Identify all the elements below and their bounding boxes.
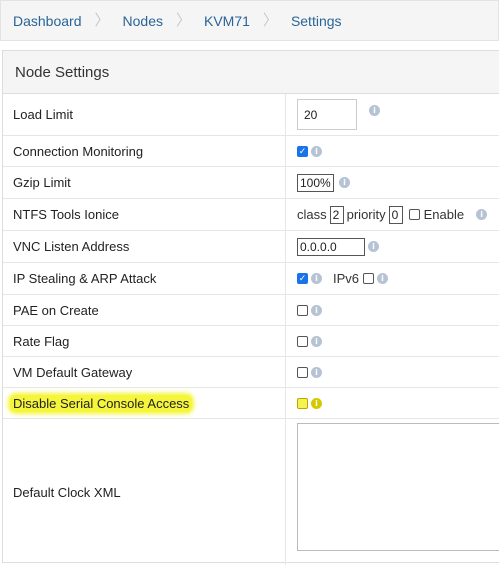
breadcrumb-separator-icon: 〉: [94, 12, 110, 29]
pae-on-create-checkbox[interactable]: [297, 304, 308, 316]
row-gzip-limit: Gzip Limit 100% i: [3, 167, 499, 199]
row-default-clock-xml: Default Clock XML: [3, 419, 499, 565]
info-icon[interactable]: i: [377, 273, 389, 284]
vnc-listen-address-label: VNC Listen Address: [3, 231, 286, 262]
info-icon[interactable]: i: [339, 177, 350, 188]
ionice-enable-checkbox[interactable]: [408, 209, 420, 220]
breadcrumb-dashboard[interactable]: Dashboard: [1, 13, 95, 29]
gzip-limit-label: Gzip Limit: [3, 167, 286, 198]
default-clock-xml-label: Default Clock XML: [3, 419, 286, 565]
row-rate-flag: Rate Flag i: [3, 326, 499, 357]
breadcrumb-separator-icon: 〉: [262, 12, 278, 29]
disable-serial-console-checkbox[interactable]: [297, 397, 308, 409]
panel-title: Node Settings: [3, 51, 499, 94]
info-icon[interactable]: i: [311, 145, 322, 157]
breadcrumb-separator-icon: 〉: [175, 12, 191, 29]
info-icon[interactable]: i: [369, 105, 380, 116]
vnc-listen-address-input[interactable]: 0.0.0.0: [297, 237, 365, 256]
ip-stealing-label: IP Stealing & ARP Attack: [3, 263, 286, 294]
load-limit-input[interactable]: 20: [297, 99, 357, 130]
info-icon[interactable]: i: [476, 209, 488, 220]
load-limit-label: Load Limit: [3, 94, 286, 135]
info-icon[interactable]: i: [311, 304, 322, 316]
info-icon[interactable]: i: [311, 366, 322, 378]
connection-monitoring-checkbox[interactable]: ✓: [297, 145, 308, 157]
ionice-priority-label: priority: [346, 207, 386, 222]
default-clock-xml-textarea[interactable]: [297, 423, 499, 551]
ipv6-label: IPv6: [333, 271, 360, 286]
disable-serial-console-cell: Disable Serial Console Access: [3, 388, 286, 418]
vm-default-gateway-checkbox[interactable]: [297, 366, 308, 378]
info-icon[interactable]: i: [311, 397, 322, 409]
ntfs-tools-ionice-label: NTFS Tools Ionice: [3, 199, 286, 230]
ionice-enable-label: Enable: [423, 207, 465, 222]
rate-flag-label: Rate Flag: [3, 326, 286, 356]
node-settings-panel: Node Settings Load Limit 20 i Connection…: [2, 50, 499, 565]
info-icon[interactable]: i: [311, 273, 322, 284]
pae-on-create-label: PAE on Create: [3, 295, 286, 325]
connection-monitoring-label: Connection Monitoring: [3, 136, 286, 166]
gzip-limit-input[interactable]: 100%: [297, 173, 334, 192]
ionice-class-input[interactable]: 2: [329, 205, 344, 224]
row-load-limit: Load Limit 20 i: [3, 94, 499, 136]
rate-flag-checkbox[interactable]: [297, 335, 308, 347]
row-vm-default-gateway: VM Default Gateway i: [3, 357, 499, 388]
row-ip-stealing: IP Stealing & ARP Attack ✓ i IPv6 i: [3, 263, 499, 295]
breadcrumb-nodes[interactable]: Nodes: [110, 13, 176, 29]
row-ntfs-tools-ionice: NTFS Tools Ionice class 2 priority 0 Ena…: [3, 199, 499, 231]
info-icon[interactable]: i: [368, 241, 379, 252]
row-disable-serial-console: Disable Serial Console Access i: [3, 388, 499, 419]
row-connection-monitoring: Connection Monitoring ✓ i: [3, 136, 499, 167]
breadcrumb-settings[interactable]: Settings: [278, 13, 355, 29]
info-icon[interactable]: i: [311, 335, 322, 347]
vm-default-gateway-label: VM Default Gateway: [3, 357, 286, 387]
breadcrumb: Dashboard 〉 Nodes 〉 KVM71 〉 Settings: [0, 0, 499, 41]
ipv6-checkbox[interactable]: [363, 273, 375, 284]
row-pae-on-create: PAE on Create i: [3, 295, 499, 326]
breadcrumb-kvm71[interactable]: KVM71: [191, 13, 263, 29]
disable-serial-console-label: Disable Serial Console Access: [10, 394, 193, 412]
ionice-class-label: class: [297, 207, 327, 222]
ionice-priority-input[interactable]: 0: [388, 205, 403, 224]
ip-stealing-checkbox[interactable]: ✓: [297, 273, 308, 284]
row-vnc-listen-address: VNC Listen Address 0.0.0.0 i: [3, 231, 499, 263]
